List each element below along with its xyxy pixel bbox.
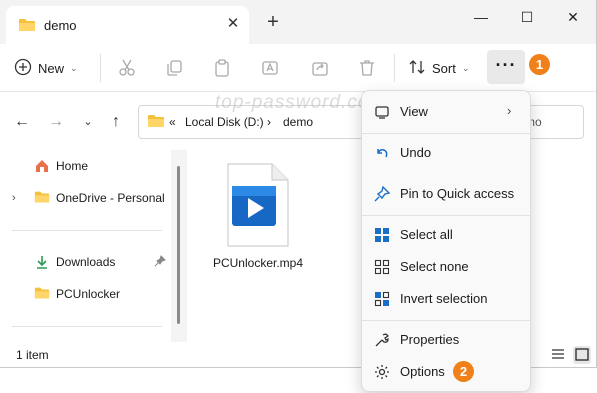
title-bar: demo ✕ + — ☐ ✕ xyxy=(0,0,596,50)
chevron-down-icon: ⌄ xyxy=(461,62,470,73)
sidebar-item-label: OneDrive - Personal xyxy=(56,191,165,205)
rename-icon[interactable] xyxy=(260,58,280,78)
maximize-button[interactable]: ☐ xyxy=(512,6,542,28)
breadcrumb-folder[interactable]: demo xyxy=(283,115,313,129)
select-none-icon xyxy=(374,259,390,275)
menu-divider xyxy=(362,320,530,321)
command-bar: New ⌄ Sort ⌄ ··· 1 xyxy=(0,44,596,92)
paste-icon[interactable] xyxy=(212,58,232,78)
close-tab-icon[interactable]: ✕ xyxy=(224,15,242,33)
folder-icon xyxy=(34,286,50,302)
pin-icon xyxy=(154,255,166,270)
see-more-button[interactable]: ··· xyxy=(487,50,525,84)
forward-arrow-icon[interactable]: → xyxy=(46,113,66,131)
recent-locations-icon[interactable]: ⌄ xyxy=(78,113,98,131)
sort-button[interactable]: Sort ⌄ xyxy=(408,56,469,80)
view-icon xyxy=(374,104,390,120)
menu-item-label: Invert selection xyxy=(400,291,488,306)
step-badge: 1 xyxy=(529,54,550,75)
sidebar-item-onedrive[interactable]: › OneDrive - Personal xyxy=(0,186,178,210)
sidebar-divider xyxy=(12,230,162,231)
folder-icon xyxy=(18,18,36,35)
menu-item-label: Options xyxy=(400,364,445,379)
menu-item-pin-to-quick-access[interactable]: Pin to Quick access xyxy=(366,179,528,209)
toolbar-divider xyxy=(100,54,101,82)
copy-icon[interactable] xyxy=(164,58,184,78)
details-view-icon[interactable] xyxy=(550,346,568,364)
menu-item-view[interactable]: View › xyxy=(366,97,528,127)
step-badge: 2 xyxy=(453,361,474,382)
plus-circle-icon xyxy=(14,58,32,79)
video-file-icon xyxy=(224,162,290,251)
menu-item-invert-selection[interactable]: Invert selection xyxy=(366,284,528,314)
menu-divider xyxy=(362,133,530,134)
tab-demo[interactable]: demo ✕ xyxy=(6,6,249,44)
tab-title: demo xyxy=(44,18,77,33)
chevron-right-icon[interactable]: › xyxy=(12,192,16,204)
minimize-button[interactable]: — xyxy=(466,6,496,28)
invert-selection-icon xyxy=(374,291,390,307)
sidebar-item-label: Downloads xyxy=(56,255,116,269)
up-arrow-icon[interactable]: ↑ xyxy=(106,113,126,131)
pin-icon xyxy=(374,185,391,202)
sort-button-label: Sort xyxy=(432,60,456,76)
navigation-pane: Home › OneDrive - Personal Downloads PCU… xyxy=(0,150,180,342)
file-item[interactable]: PCUnlocker.mp4 xyxy=(210,160,306,280)
folder-icon xyxy=(34,190,50,206)
properties-icon xyxy=(374,332,390,348)
chevron-right-icon: › xyxy=(507,103,512,118)
menu-item-undo[interactable]: Undo xyxy=(366,138,528,168)
menu-divider xyxy=(362,215,530,216)
close-window-button[interactable]: ✕ xyxy=(558,6,588,28)
sidebar-scrollbar[interactable] xyxy=(171,150,187,342)
menu-item-label: View xyxy=(400,104,428,119)
see-more-menu: View › Undo Pin to Quick access Select a… xyxy=(361,90,531,392)
sort-icon xyxy=(408,58,426,79)
new-button[interactable]: New ⌄ xyxy=(14,56,78,80)
home-icon xyxy=(34,158,50,174)
sidebar-item-downloads[interactable]: Downloads xyxy=(0,250,178,274)
sidebar-item-home[interactable]: Home xyxy=(0,154,178,178)
menu-item-label: Select all xyxy=(400,227,453,242)
breadcrumb-separator: › xyxy=(267,115,271,129)
new-tab-button[interactable]: + xyxy=(264,12,282,32)
download-icon xyxy=(34,254,50,270)
toolbar-divider xyxy=(394,54,395,82)
cut-icon[interactable] xyxy=(117,58,137,78)
sidebar-item-pcunlocker[interactable]: PCUnlocker xyxy=(0,282,178,306)
menu-item-select-all[interactable]: Select all xyxy=(366,220,528,250)
folder-icon xyxy=(147,114,165,131)
menu-item-label: Pin to Quick access xyxy=(400,186,515,201)
large-icons-view-icon[interactable] xyxy=(573,346,591,364)
scrollbar-thumb[interactable] xyxy=(177,166,180,324)
sidebar-item-label: PCUnlocker xyxy=(56,287,121,301)
chevron-down-icon: ⌄ xyxy=(70,62,78,73)
back-arrow-icon[interactable]: ← xyxy=(12,113,32,131)
breadcrumb-overflow[interactable]: « xyxy=(169,115,176,129)
menu-item-label: Properties xyxy=(400,332,460,347)
select-all-icon xyxy=(374,227,390,243)
delete-icon[interactable] xyxy=(357,58,377,78)
menu-item-select-none[interactable]: Select none xyxy=(366,252,528,282)
undo-icon xyxy=(374,145,390,161)
gear-icon xyxy=(374,364,390,380)
sidebar-divider xyxy=(12,326,162,327)
breadcrumb-drive[interactable]: Local Disk (D:) xyxy=(185,115,264,129)
item-count: 1 item xyxy=(16,348,49,362)
file-name: PCUnlocker.mp4 xyxy=(212,256,304,270)
new-button-label: New xyxy=(38,60,65,76)
menu-item-label: Undo xyxy=(400,145,432,160)
sidebar-item-label: Home xyxy=(56,159,89,173)
menu-item-options[interactable]: Options xyxy=(366,357,528,387)
menu-item-label: Select none xyxy=(400,259,469,274)
menu-item-properties[interactable]: Properties xyxy=(366,325,528,355)
share-icon[interactable] xyxy=(310,58,330,78)
